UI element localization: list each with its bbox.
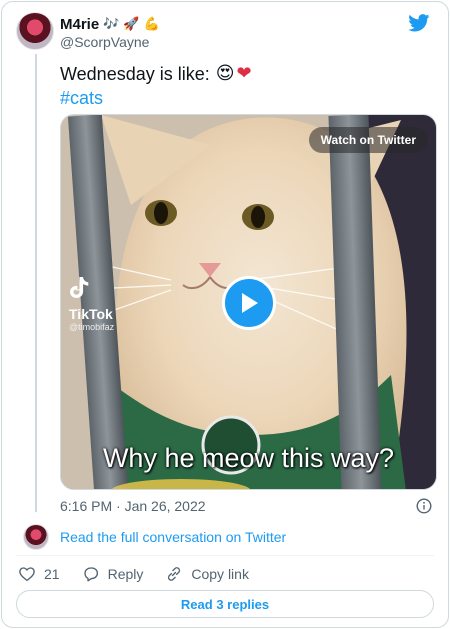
- author-avatar[interactable]: [16, 12, 54, 50]
- rocket-emoji: 🚀: [123, 17, 140, 32]
- tiktok-label: TikTok: [69, 306, 113, 322]
- like-button[interactable]: 21: [18, 565, 60, 583]
- watch-on-twitter-button[interactable]: Watch on Twitter: [308, 127, 428, 153]
- video-caption: Why he meow this way?: [102, 443, 395, 473]
- red-heart-emoji: ❤: [236, 63, 252, 84]
- play-button[interactable]: [222, 276, 276, 330]
- divider: [16, 555, 434, 556]
- tiktok-icon: [70, 277, 89, 298]
- copy-link-button[interactable]: Copy link: [165, 565, 249, 583]
- heart-icon: [19, 567, 35, 582]
- link-icon: [168, 567, 181, 581]
- flexed-arm-emoji: 💪: [143, 17, 160, 32]
- read-full-conversation-link[interactable]: Read the full conversation on Twitter: [60, 529, 286, 545]
- info-icon[interactable]: [416, 498, 432, 514]
- author-display-name[interactable]: M4rie: [60, 16, 99, 33]
- tweet-body: Wednesday is like:: [60, 64, 210, 84]
- author-name-row[interactable]: M4rie 🎶 🚀 💪: [60, 16, 160, 33]
- tweet-embed-card: M4rie 🎶 🚀 💪 @ScorpVayne Wednesday is lik…: [1, 1, 449, 628]
- conversation-avatar[interactable]: [23, 524, 49, 550]
- thread-line: [35, 54, 37, 512]
- author-handle[interactable]: @ScorpVayne: [60, 34, 149, 50]
- play-icon: [242, 293, 258, 313]
- reply-label: Reply: [107, 566, 144, 582]
- music-note-emoji: 🎶: [103, 17, 120, 32]
- video-media[interactable]: Watch on Twitter TikTok @timobifaz Why h…: [60, 114, 437, 490]
- tweet-text: Wednesday is like: 😍 ❤ #cats: [60, 62, 252, 110]
- tweet-timestamp[interactable]: 6:16 PM · Jan 26, 2022: [60, 498, 206, 514]
- read-replies-button[interactable]: Read 3 replies: [16, 590, 434, 618]
- like-count: 21: [44, 566, 60, 582]
- tiktok-watermark: TikTok @timobifaz: [69, 275, 129, 332]
- tweet-actions: 21 Reply Copy link: [18, 565, 271, 583]
- tiktok-username: @timobifaz: [69, 322, 115, 332]
- twitter-bird-icon[interactable]: [408, 14, 430, 32]
- reply-button[interactable]: Reply: [82, 565, 144, 583]
- reply-icon: [83, 567, 98, 582]
- heart-eyes-emoji: 😍: [215, 63, 235, 84]
- tweet-text-line: Wednesday is like: 😍 ❤: [60, 62, 252, 86]
- hashtag-link[interactable]: #cats: [60, 86, 252, 110]
- copy-link-label: Copy link: [191, 566, 249, 582]
